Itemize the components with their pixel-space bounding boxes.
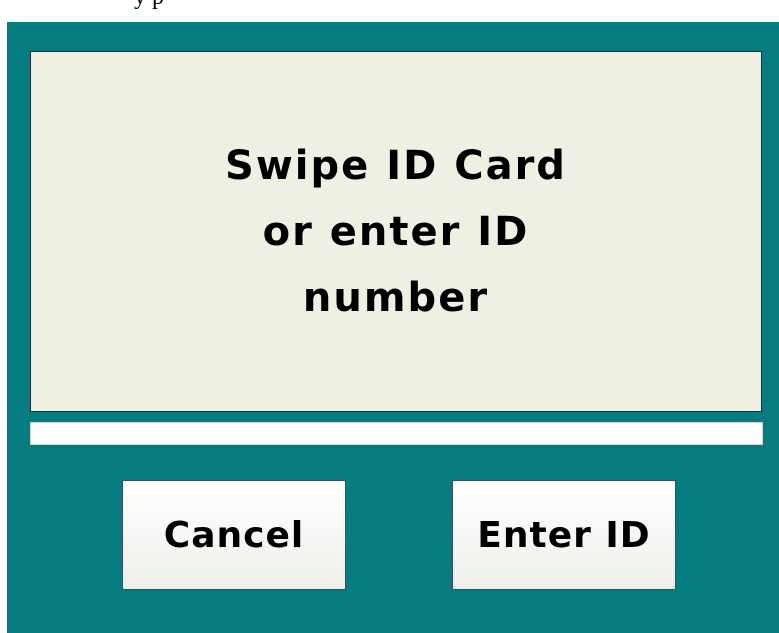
cutoff-header-text: y p bbox=[134, 0, 164, 11]
top-cutoff-strip: y p bbox=[0, 0, 779, 22]
instruction-text: Swipe ID Card or enter ID number bbox=[225, 142, 567, 321]
instruction-box: Swipe ID Card or enter ID number bbox=[30, 51, 762, 412]
id-number-input[interactable] bbox=[30, 422, 763, 445]
id-entry-panel: Swipe ID Card or enter ID number Cancel … bbox=[7, 22, 779, 633]
enter-id-button[interactable]: Enter ID bbox=[452, 480, 676, 590]
cancel-button[interactable]: Cancel bbox=[122, 480, 346, 590]
